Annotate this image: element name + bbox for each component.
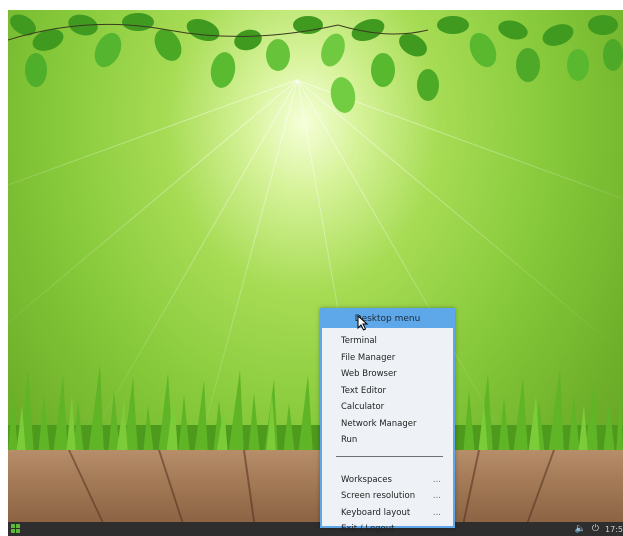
deck-board-line — [68, 450, 104, 522]
menu-item-label: Web Browser — [341, 369, 397, 379]
deck-board-line — [158, 450, 184, 522]
deck-board-line — [526, 450, 555, 522]
deck-board-line — [243, 450, 256, 522]
menu-separator — [336, 455, 443, 457]
menu-item-label: Screen resolution — [341, 491, 416, 501]
submenu-indicator: ... — [432, 507, 441, 518]
taskbar: 🔈 ⏻ 17:5 — [8, 522, 623, 536]
menu-item-label: Run — [341, 435, 358, 445]
grass-decoration — [8, 365, 623, 455]
menu-item-terminal[interactable]: Terminal — [322, 333, 453, 350]
system-tray: 🔈 ⏻ 17:5 — [575, 522, 623, 536]
leaves-decoration — [8, 13, 623, 113]
menu-item-label: File Manager — [341, 352, 396, 363]
menu-item-keyboard-layout[interactable]: Keyboard layout ... — [322, 505, 453, 522]
menu-item-label: Keyboard layout — [341, 507, 411, 518]
menu-item-label: Text Editor — [341, 385, 387, 396]
desktop-screen: 🔈 ⏻ 17:5 Desktop menu Terminal File Mana… — [8, 10, 623, 536]
start-menu-icon[interactable] — [11, 524, 21, 534]
menu-item-label: Calculator — [341, 402, 385, 412]
wooden-deck — [8, 450, 623, 522]
menu-item-label: Workspaces — [341, 474, 392, 485]
menu-item-network-manager[interactable]: Network Manager — [322, 416, 453, 433]
submenu-indicator: ... — [432, 491, 441, 501]
submenu-indicator: ... — [432, 474, 441, 485]
menu-item-run[interactable]: Run — [322, 432, 453, 449]
menu-item-file-manager[interactable]: File Manager — [322, 350, 453, 367]
mouse-cursor-icon — [357, 315, 369, 331]
menu-item-label: Terminal — [341, 336, 377, 346]
clock[interactable]: 17:5 — [605, 525, 623, 534]
desktop-menu: Desktop menu Terminal File Manager Web B… — [320, 308, 455, 534]
menu-item-workspaces[interactable]: Workspaces ... — [322, 472, 453, 489]
menu-item-calculator[interactable]: Calculator — [322, 399, 453, 416]
menu-item-exit-logout[interactable]: Exit / Logout — [322, 521, 453, 536]
menu-item-text-editor[interactable]: Text Editor — [322, 383, 453, 400]
menu-title: Desktop menu — [322, 310, 453, 328]
menu-item-label: Network Manager — [341, 418, 417, 429]
volume-icon[interactable]: 🔈 — [575, 524, 586, 534]
deck-board-line — [462, 450, 480, 522]
desktop-wallpaper[interactable] — [8, 10, 623, 522]
power-icon[interactable]: ⏻ — [592, 524, 599, 534]
menu-items: Terminal File Manager Web Browser Text E… — [322, 328, 453, 536]
menu-item-label: Exit / Logout — [341, 524, 395, 534]
menu-item-web-browser[interactable]: Web Browser — [322, 366, 453, 383]
menu-item-screen-resolution[interactable]: Screen resolution ... — [322, 488, 453, 505]
